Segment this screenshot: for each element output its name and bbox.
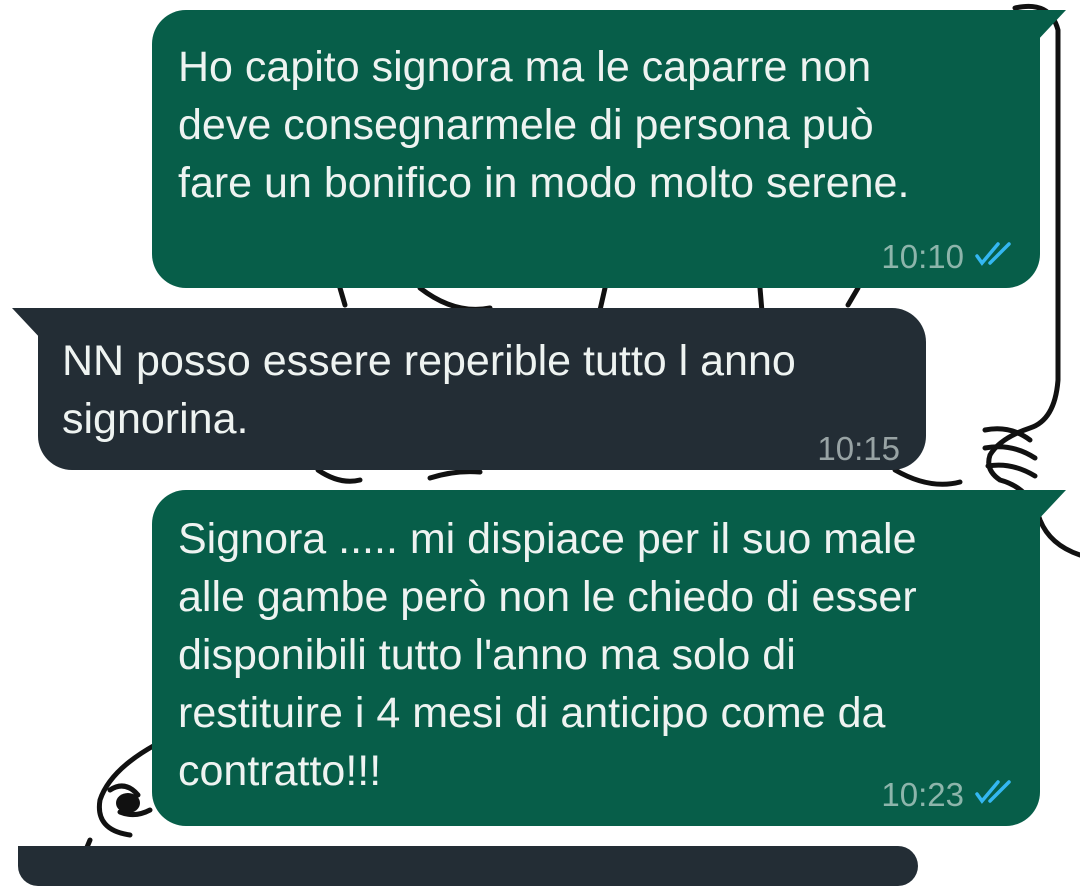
message-text: NN posso essere reperible tutto l anno s…: [62, 337, 796, 443]
incoming-message-bubble[interactable]: NN posso essere reperible tutto l anno s…: [12, 308, 926, 470]
bubble-tail: [1036, 490, 1066, 522]
bubble-tail: [12, 308, 42, 340]
outgoing-message-bubble[interactable]: Signora ..... mi dispiace per il suo mal…: [152, 490, 1066, 826]
outgoing-message-bubble[interactable]: Ho capito signora ma le caparre non deve…: [152, 10, 1066, 288]
message-meta: 10:10: [881, 228, 1014, 286]
bubble-tail: [1036, 10, 1066, 42]
message-text: Signora ..... mi dispiace per il suo mal…: [178, 515, 917, 795]
double-check-read-icon: [974, 766, 1014, 824]
message-time: 10:15: [817, 430, 900, 467]
message-meta: 10:15: [817, 420, 900, 478]
message-meta: 10:23: [881, 766, 1014, 824]
message-text: Ho capito signora ma le caparre non deve…: [178, 43, 910, 207]
incoming-message-bubble-partial[interactable]: [18, 846, 918, 886]
message-time: 10:23: [881, 776, 964, 813]
double-check-read-icon: [974, 228, 1014, 286]
message-time: 10:10: [881, 238, 964, 275]
